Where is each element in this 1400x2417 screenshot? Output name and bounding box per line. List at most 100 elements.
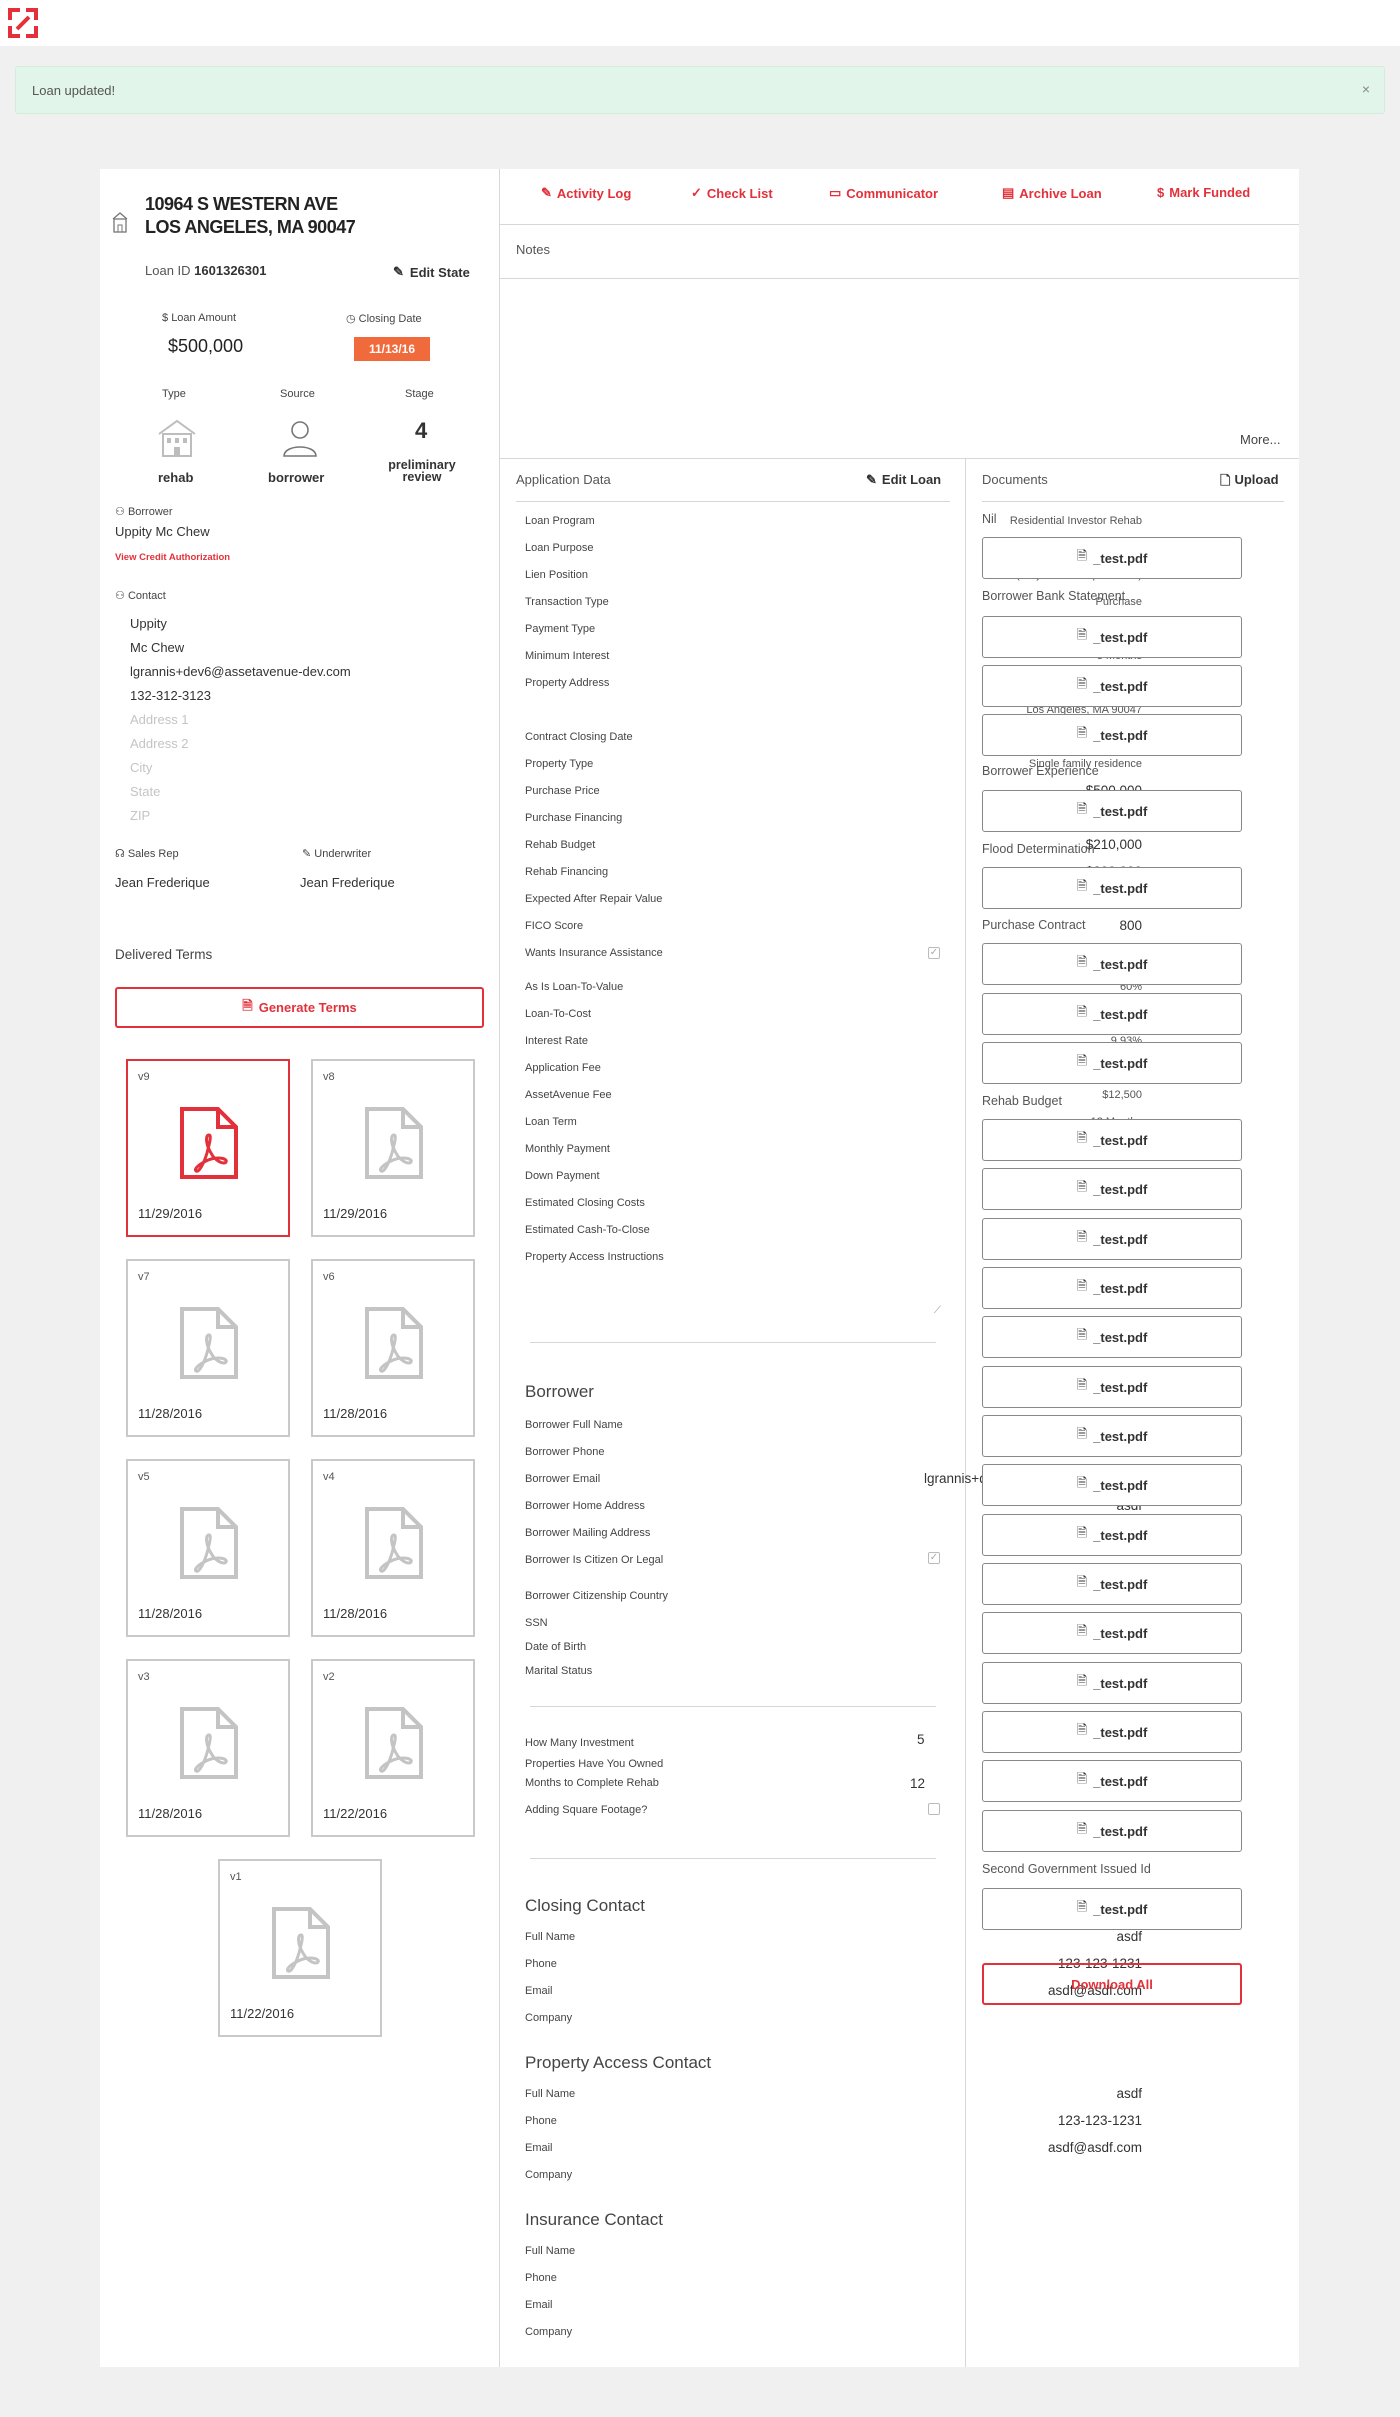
edit-state-button[interactable]: ✎ Edit State (393, 264, 470, 280)
view-credit-authorization-link[interactable]: View Credit Authorization (115, 552, 230, 563)
document-file-button[interactable]: 🗎 _test.pdf (982, 1612, 1242, 1654)
app-field-label: Loan Purpose (525, 542, 594, 554)
contact-address2-field[interactable]: Address 2 (130, 736, 189, 751)
app-field-label: FICO Score (525, 920, 584, 932)
contact-state-field[interactable]: State (130, 784, 160, 799)
document-file-button[interactable]: 🗎 _test.pdf (982, 1563, 1242, 1605)
file-icon: 🗎 (1076, 1179, 1088, 1194)
contact-phone[interactable]: 132-312-3123 (130, 688, 211, 703)
app-field-label: Contract Closing Date (525, 731, 633, 743)
contact-first-name[interactable]: Uppity (130, 616, 167, 631)
document-category-label: Nil (982, 512, 997, 526)
loan-id-label: Loan ID (145, 263, 191, 278)
mark-funded-label: Mark Funded (1169, 185, 1251, 200)
terms-version-card[interactable]: v4 11/28/2016 (311, 1459, 475, 1637)
document-file-button[interactable]: 🗎 _test.pdf (982, 616, 1242, 658)
notes-area[interactable] (516, 280, 1286, 440)
archive-loan-label: Archive Loan (1019, 185, 1102, 201)
app-field-label: Payment Type (525, 623, 596, 635)
terms-version-card[interactable]: v7 11/28/2016 (126, 1259, 290, 1437)
document-file-button[interactable]: 🗎 _test.pdf (982, 790, 1242, 832)
document-file-button[interactable]: 🗎 _test.pdf (982, 1316, 1242, 1358)
file-icon: 🗎 (1076, 725, 1088, 740)
document-file-button[interactable]: 🗎 _test.pdf (982, 867, 1242, 909)
document-file-button[interactable]: 🗎 _test.pdf (982, 1042, 1242, 1084)
document-file-name: _test.pdf (1093, 1527, 1148, 1543)
app-field-checkbox[interactable]: ✓ (928, 947, 940, 959)
notes-more-link[interactable]: More... (1240, 432, 1280, 447)
document-file-button[interactable]: 🗎 _test.pdf (982, 1168, 1242, 1210)
app-field-label: Minimum Interest (525, 650, 610, 662)
file-icon: 🗎 (1076, 1130, 1088, 1145)
archive-loan-button[interactable]: ▤ Archive Loan (1002, 185, 1102, 201)
document-file-button[interactable]: 🗎 _test.pdf (982, 1218, 1242, 1260)
document-file-button[interactable]: 🗎 _test.pdf (982, 537, 1242, 579)
document-file-name: _test.pdf (1093, 803, 1148, 819)
version-label: v1 (230, 1871, 242, 1883)
document-file-button[interactable]: 🗎 _test.pdf (982, 1119, 1242, 1161)
file-icon: 🗎 (1076, 954, 1088, 969)
document-file-button[interactable]: 🗎 _test.pdf (982, 665, 1242, 707)
document-file-button[interactable]: 🗎 _test.pdf (982, 1711, 1242, 1753)
document-file-button[interactable]: 🗎 _test.pdf (982, 1810, 1242, 1852)
edit-loan-button[interactable]: ✎ Edit Loan (866, 472, 941, 488)
file-icon: 🗎 (1076, 1574, 1088, 1589)
document-file-button[interactable]: 🗎 _test.pdf (982, 1514, 1242, 1556)
source-value: borrower (268, 470, 325, 485)
pdf-icon (178, 1707, 240, 1779)
document-file-button[interactable]: 🗎 _test.pdf (982, 1267, 1242, 1309)
adding-square-footage-checkbox[interactable] (928, 1803, 940, 1815)
terms-version-card[interactable]: v2 11/22/2016 (311, 1659, 475, 1837)
pencil-icon: ✎ (866, 472, 877, 487)
app-data-end-divider (530, 1342, 936, 1343)
loan-amount-label: Loan Amount (171, 312, 237, 324)
upload-button[interactable]: 🗋 Upload (1220, 472, 1279, 494)
app-field-label: Rehab Budget (525, 839, 596, 851)
contact-city-field[interactable]: City (130, 760, 152, 775)
stage-number: 4 (415, 418, 428, 443)
terms-version-card[interactable]: v8 11/29/2016 (311, 1059, 475, 1237)
document-file-button[interactable]: 🗎 _test.pdf (982, 993, 1242, 1035)
document-file-button[interactable]: 🗎 _test.pdf (982, 714, 1242, 756)
pdf-icon (363, 1707, 425, 1779)
document-file-button[interactable]: 🗎 _test.pdf (982, 1760, 1242, 1802)
download-all-button[interactable]: Download All (982, 1963, 1242, 2005)
terms-version-card[interactable]: v3 11/28/2016 (126, 1659, 290, 1837)
terms-version-card[interactable]: v9 11/29/2016 (126, 1059, 290, 1237)
version-date: 11/28/2016 (138, 1406, 203, 1421)
resize-handle-icon[interactable]: ⟋ (934, 1305, 941, 1316)
borrower-field-label: Borrower Home Address (525, 1500, 645, 1512)
close-icon[interactable]: × (1362, 81, 1370, 97)
notes-title: Notes (516, 242, 550, 257)
logo-icon[interactable] (8, 8, 38, 38)
generate-terms-button[interactable]: 🗎 Generate Terms (115, 987, 484, 1028)
check-list-button[interactable]: ✓ Check List (691, 185, 773, 201)
document-file-button[interactable]: 🗎 _test.pdf (982, 1415, 1242, 1457)
sales-rep-label-wrap: ☊ Sales Rep (115, 847, 179, 860)
borrower-field-checkbox[interactable]: ✓ (928, 1552, 940, 1564)
contact-address1-field[interactable]: Address 1 (130, 712, 189, 727)
pdf-icon (363, 1507, 425, 1579)
document-file-button[interactable]: 🗎 _test.pdf (982, 1464, 1242, 1506)
property-access-instructions-field[interactable]: ⟋ (525, 1272, 941, 1316)
contact-last-name[interactable]: Mc Chew (130, 640, 184, 655)
contact-email[interactable]: lgrannis+dev6@assetavenue-dev.com (130, 664, 351, 679)
document-file-button[interactable]: 🗎 _test.pdf (982, 1366, 1242, 1408)
communicator-button[interactable]: ▭ Communicator (829, 185, 938, 201)
file-icon: 🗎 (1076, 676, 1088, 691)
terms-version-card[interactable]: v6 11/28/2016 (311, 1259, 475, 1437)
contact-zip-field[interactable]: ZIP (130, 808, 150, 823)
terms-version-card[interactable]: v1 11/22/2016 (218, 1859, 382, 2037)
sales-rep-value: Jean Frederique (115, 875, 210, 890)
document-file-button[interactable]: 🗎 _test.pdf (982, 943, 1242, 985)
app-field-label: Wants Insurance Assistance (525, 947, 663, 959)
document-file-button[interactable]: 🗎 _test.pdf (982, 1888, 1242, 1930)
activity-log-button[interactable]: ✎ Activity Log (541, 185, 631, 201)
borrower-field-label: Marital Status (525, 1665, 593, 1677)
terms-version-card[interactable]: v5 11/28/2016 (126, 1459, 290, 1637)
document-category-label: Flood Determination (982, 842, 1095, 856)
documents-title: Documents (982, 472, 1048, 487)
version-date: 11/29/2016 (323, 1206, 388, 1221)
document-file-button[interactable]: 🗎 _test.pdf (982, 1662, 1242, 1704)
mark-funded-button[interactable]: $ Mark Funded (1157, 185, 1250, 200)
